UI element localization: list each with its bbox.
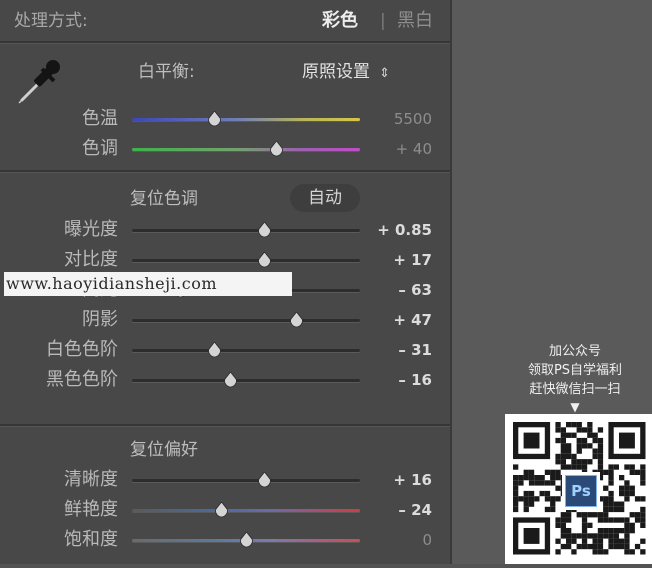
preset-value: 原照设置 (302, 62, 370, 82)
slider-label: 白色色阶 (46, 339, 118, 360)
slider-value[interactable]: + 40 (368, 134, 432, 164)
slider-row: 色温 5500 (0, 104, 450, 134)
slider-row: 饱和度 0 (0, 525, 450, 555)
eyedropper-icon[interactable] (14, 56, 68, 106)
slider-thumb[interactable] (290, 312, 304, 328)
slider-thumb[interactable] (208, 111, 221, 127)
slider-thumb[interactable] (208, 342, 221, 358)
auto-tone-button[interactable]: 自动 (290, 184, 360, 212)
divider (0, 41, 450, 44)
promo-line-3: 赶快微信扫一扫 (529, 382, 621, 397)
mode-divider: | (380, 11, 386, 31)
slider-track[interactable] (132, 312, 360, 328)
qr-code[interactable]: Ps (505, 414, 652, 564)
slider-row: 清晰度 + 16 (0, 465, 450, 495)
slider-thumb[interactable] (215, 502, 228, 518)
slider-track[interactable] (132, 372, 360, 388)
slider-value[interactable]: + 47 (368, 305, 432, 335)
slider-row: 阴影 + 47 (0, 305, 450, 335)
treatment-label: 处理方式: (14, 11, 88, 31)
slider-row: 曝光度 + 0.85 (0, 215, 450, 245)
slider-track[interactable] (132, 252, 360, 268)
slider-row: 黑色色阶 – 16 (0, 365, 450, 395)
divider (0, 170, 450, 173)
slider-label: 色调 (82, 138, 118, 159)
bw-mode-button[interactable]: 黑白 (397, 6, 433, 36)
ps-logo-text: Ps (565, 475, 597, 507)
promo-text: 加公众号 领取PS自学福利 赶快微信扫一扫 ▼ (505, 342, 645, 415)
ps-logo-badge: Ps (562, 472, 600, 510)
slider-thumb[interactable] (269, 141, 283, 157)
slider-label: 曝光度 (64, 219, 118, 240)
slider-value[interactable]: – 16 (368, 365, 432, 395)
slider-row: 鲜艳度 – 24 (0, 495, 450, 525)
slider-thumb[interactable] (224, 372, 237, 388)
slider-track[interactable] (132, 532, 360, 548)
slider-label: 黑色色阶 (46, 369, 118, 390)
slider-label: 清晰度 (64, 469, 118, 490)
slider-value[interactable]: 5500 (368, 104, 432, 134)
slider-thumb[interactable] (240, 532, 253, 548)
slider-label: 鲜艳度 (64, 499, 118, 520)
promo-line-2: 领取PS自学福利 (527, 363, 623, 378)
reset-tone-label[interactable]: 复位色调 (130, 184, 198, 214)
slider-thumb[interactable] (258, 252, 272, 268)
slider-thumb[interactable] (258, 472, 272, 488)
promo-line-1: 加公众号 (548, 344, 601, 359)
slider-value[interactable]: – 63 (368, 275, 432, 305)
slider-value[interactable]: – 31 (368, 335, 432, 365)
slider-label: 饱和度 (64, 529, 118, 550)
color-mode-button[interactable]: 彩色 (322, 6, 358, 36)
slider-value[interactable]: – 24 (368, 495, 432, 525)
white-balance-preset-dropdown[interactable]: 原照设置 ⇕ (302, 57, 390, 87)
slider-track[interactable] (132, 141, 360, 157)
slider-row: 白色色阶 – 31 (0, 335, 450, 365)
slider-label: 色温 (82, 108, 118, 129)
slider-track[interactable] (132, 222, 360, 238)
slider-label: 对比度 (64, 249, 118, 270)
slider-track[interactable] (132, 472, 360, 488)
up-down-arrow-icon: ⇕ (379, 66, 390, 81)
slider-row: 色调 + 40 (0, 134, 450, 164)
slider-track[interactable] (132, 342, 360, 358)
watermark-url: www.haoyidiansheji.com (4, 272, 292, 296)
reset-presence-label[interactable]: 复位偏好 (130, 435, 198, 465)
slider-track[interactable] (132, 111, 360, 127)
slider-row: 对比度 + 17 (0, 245, 450, 275)
slider-value[interactable]: + 0.85 (368, 215, 432, 245)
slider-label: 阴影 (82, 309, 118, 330)
treatment-row: 处理方式: 彩色 | 黑白 (0, 0, 450, 42)
slider-value[interactable]: + 17 (368, 245, 432, 275)
slider-value[interactable]: 0 (368, 525, 432, 555)
down-arrow-icon: ▼ (570, 400, 580, 414)
slider-value[interactable]: + 16 (368, 465, 432, 495)
white-balance-label: 白平衡: (138, 62, 195, 82)
divider (0, 424, 450, 427)
slider-thumb[interactable] (258, 222, 272, 238)
slider-track[interactable] (132, 502, 360, 518)
